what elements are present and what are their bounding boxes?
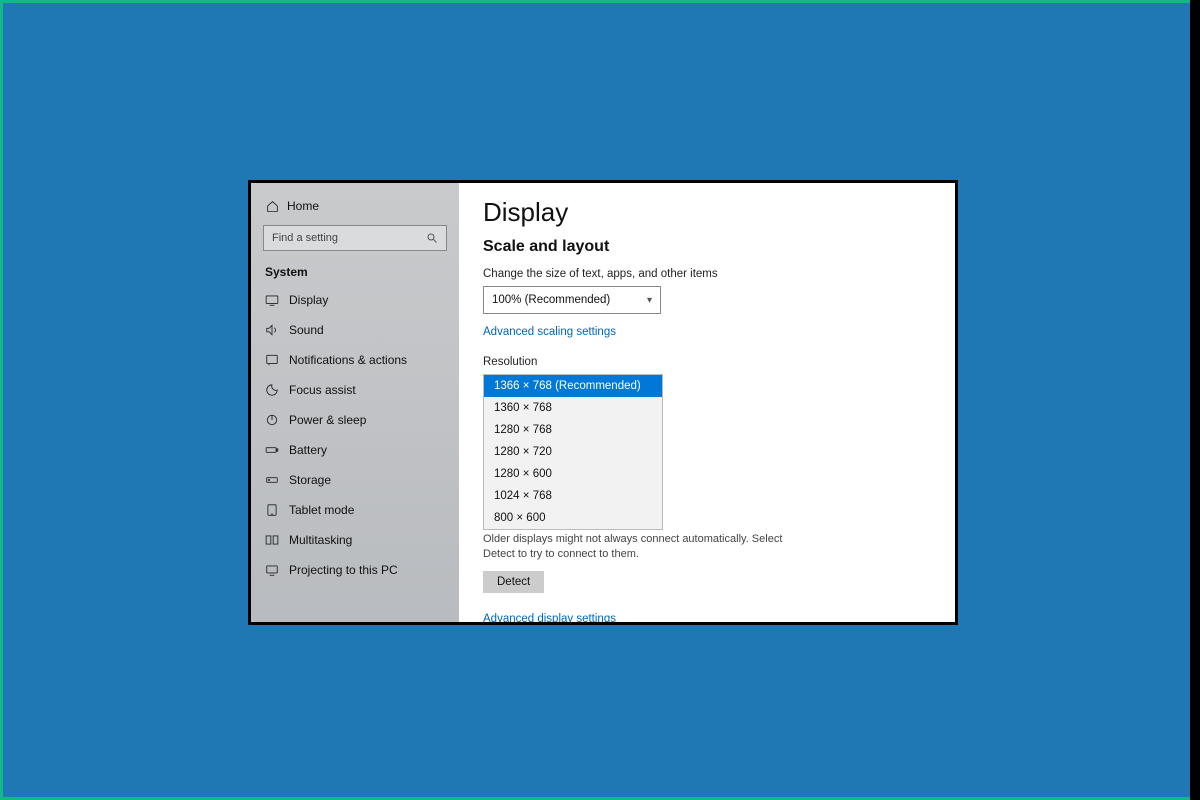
multitasking-icon <box>265 533 279 547</box>
sidebar-item-label: Focus assist <box>289 383 356 397</box>
sidebar-item-tablet-mode[interactable]: Tablet mode <box>251 495 459 525</box>
sidebar: Home Find a setting System Display Sound… <box>251 183 459 622</box>
detect-button[interactable]: Detect <box>483 571 544 593</box>
scale-value: 100% (Recommended) <box>492 294 610 306</box>
storage-icon <box>265 473 279 487</box>
chevron-down-icon: ▾ <box>647 295 652 306</box>
home-icon <box>265 199 279 213</box>
sidebar-item-label: Power & sleep <box>289 413 366 427</box>
sidebar-item-label: Battery <box>289 443 327 457</box>
sidebar-item-sound[interactable]: Sound <box>251 315 459 345</box>
sidebar-item-label: Tablet mode <box>289 503 354 517</box>
tablet-icon <box>265 503 279 517</box>
search-placeholder: Find a setting <box>272 232 338 244</box>
sidebar-item-focus-assist[interactable]: Focus assist <box>251 375 459 405</box>
projecting-icon <box>265 563 279 577</box>
sidebar-item-label: Multitasking <box>289 533 352 547</box>
sidebar-item-display[interactable]: Display <box>251 285 459 315</box>
sidebar-item-label: Sound <box>289 323 324 337</box>
battery-icon <box>265 443 279 457</box>
detect-help-text: Older displays might not always connect … <box>483 532 783 563</box>
focus-assist-icon <box>265 383 279 397</box>
home-label: Home <box>287 199 319 213</box>
notifications-icon <box>265 353 279 367</box>
resolution-option[interactable]: 1024 × 768 <box>484 485 662 507</box>
resolution-option[interactable]: 800 × 600 <box>484 507 662 529</box>
search-input[interactable]: Find a setting <box>263 225 447 251</box>
sidebar-item-label: Notifications & actions <box>289 353 407 367</box>
search-icon <box>426 232 438 244</box>
sidebar-item-storage[interactable]: Storage <box>251 465 459 495</box>
right-edge-strip <box>1190 0 1200 800</box>
sound-icon <box>265 323 279 337</box>
advanced-display-link[interactable]: Advanced display settings <box>483 613 616 622</box>
sidebar-section-label: System <box>251 261 459 285</box>
resolution-option[interactable]: 1280 × 600 <box>484 463 662 485</box>
sidebar-item-multitasking[interactable]: Multitasking <box>251 525 459 555</box>
page-title: Display <box>483 197 931 228</box>
resolution-option[interactable]: 1366 × 768 (Recommended) <box>484 375 662 397</box>
resolution-dropdown-open[interactable]: 1366 × 768 (Recommended) 1360 × 768 1280… <box>483 374 663 530</box>
sidebar-item-power-sleep[interactable]: Power & sleep <box>251 405 459 435</box>
scale-label: Change the size of text, apps, and other… <box>483 268 931 280</box>
sidebar-item-notifications[interactable]: Notifications & actions <box>251 345 459 375</box>
sidebar-item-label: Projecting to this PC <box>289 563 398 577</box>
display-icon <box>265 293 279 307</box>
settings-window: Home Find a setting System Display Sound… <box>248 180 958 625</box>
sidebar-item-battery[interactable]: Battery <box>251 435 459 465</box>
resolution-option[interactable]: 1280 × 720 <box>484 441 662 463</box>
advanced-scaling-link[interactable]: Advanced scaling settings <box>483 326 616 338</box>
resolution-option[interactable]: 1360 × 768 <box>484 397 662 419</box>
scale-dropdown[interactable]: 100% (Recommended) ▾ <box>483 286 661 314</box>
sidebar-item-projecting[interactable]: Projecting to this PC <box>251 555 459 585</box>
sidebar-item-label: Storage <box>289 473 331 487</box>
resolution-label: Resolution <box>483 356 931 368</box>
power-icon <box>265 413 279 427</box>
main-panel: Display Scale and layout Change the size… <box>459 183 955 622</box>
resolution-option[interactable]: 1280 × 768 <box>484 419 662 441</box>
home-nav[interactable]: Home <box>251 193 459 223</box>
sidebar-item-label: Display <box>289 293 328 307</box>
section-scale-layout: Scale and layout <box>483 238 931 256</box>
